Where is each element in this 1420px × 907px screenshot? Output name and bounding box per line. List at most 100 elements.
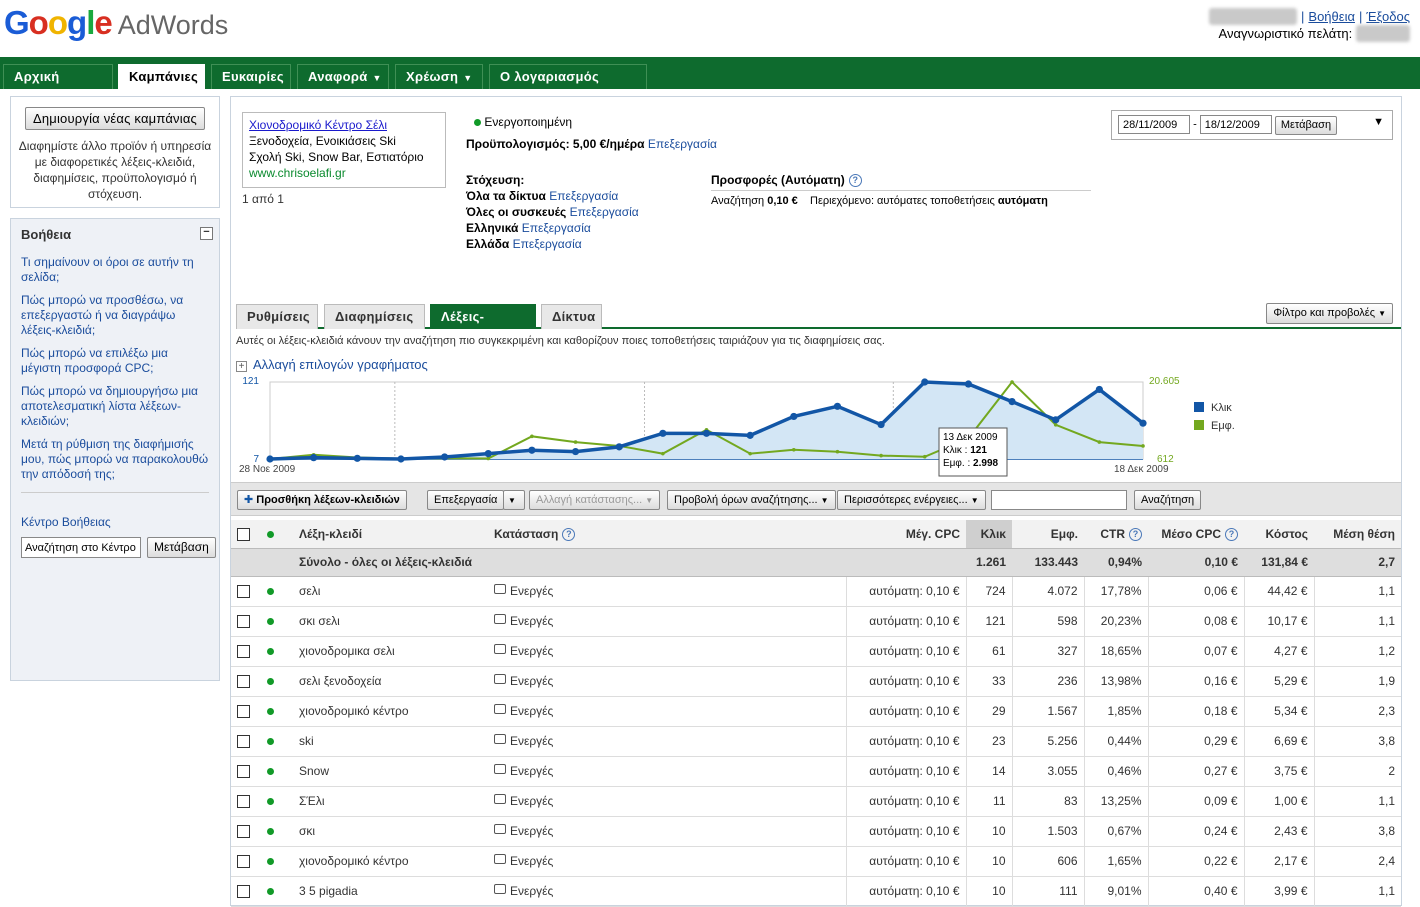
max-cpc-cell[interactable]: αυτόματη: 0,10 € — [846, 606, 967, 637]
status-cell[interactable]: Ενεργές — [488, 696, 847, 727]
help-link-track-performance[interactable]: Μετά τη ρύθμιση της διαφήμισής μου, πώς … — [21, 437, 209, 482]
keyword-cell[interactable]: ski — [293, 726, 488, 757]
max-cpc-cell[interactable]: αυτόματη: 0,10 € — [846, 696, 967, 727]
status-cell[interactable]: Ενεργές — [488, 636, 847, 667]
more-actions-menu[interactable]: Περισσότερες ενέργειες... ▼ — [837, 490, 986, 510]
col-ctr[interactable]: CTR? — [1084, 520, 1148, 549]
row-checkbox[interactable] — [231, 576, 261, 607]
max-cpc-cell[interactable]: αυτόματη: 0,10 € — [846, 756, 967, 787]
keyword-cell[interactable]: σκι — [293, 816, 488, 847]
end-date-input[interactable] — [1199, 115, 1272, 134]
edit-networks-link[interactable]: Επεξεργασία — [549, 189, 618, 203]
filter-views-button[interactable]: Φίλτρο και προβολές ▼ — [1266, 303, 1393, 324]
max-cpc-cell[interactable]: αυτόματη: 0,10 € — [846, 846, 967, 877]
google-adwords-logo[interactable]: Google AdWords — [4, 4, 228, 44]
help-search-button[interactable]: Μετάβαση — [147, 537, 216, 558]
max-cpc-cell[interactable]: αυτόματη: 0,10 € — [846, 876, 967, 907]
status-cell[interactable]: Ενεργές — [488, 846, 847, 877]
nav-tab-reporting[interactable]: Αναφορά ▼ — [297, 64, 389, 89]
status-cell[interactable]: Ενεργές — [488, 756, 847, 787]
edit-devices-link[interactable]: Επεξεργασία — [570, 205, 639, 219]
row-checkbox[interactable] — [231, 666, 261, 697]
row-checkbox[interactable] — [231, 606, 261, 637]
edit-button[interactable]: Επεξεργασία — [427, 490, 505, 510]
nav-tab-my-account[interactable]: Ο λογαριασμός μου▼ — [489, 64, 647, 108]
keyword-cell[interactable]: ΣΈλι — [293, 786, 488, 817]
tab-networks[interactable]: Δίκτυα — [541, 304, 602, 329]
edit-dropdown-arrow[interactable]: ▼ — [503, 490, 525, 510]
help-search-input[interactable] — [21, 537, 141, 558]
help-center-link[interactable]: Κέντρο Βοήθειας — [21, 515, 209, 529]
row-checkbox[interactable] — [231, 786, 261, 817]
status-cell[interactable]: Ενεργές — [488, 816, 847, 847]
max-cpc-cell[interactable]: αυτόματη: 0,10 € — [846, 666, 967, 697]
col-keyword[interactable]: Λέξη-κλειδί — [293, 520, 488, 549]
nav-tab-billing[interactable]: Χρέωση ▼ — [395, 64, 483, 89]
col-cost[interactable]: Κόστος — [1244, 520, 1314, 549]
keyword-cell[interactable]: χιονοδρομικό κέντρο — [293, 846, 488, 877]
max-cpc-cell[interactable]: αυτόματη: 0,10 € — [846, 636, 967, 667]
edit-budget-link[interactable]: Επεξεργασία — [648, 137, 717, 151]
max-cpc-cell[interactable]: αυτόματη: 0,10 € — [846, 816, 967, 847]
keyword-search-input[interactable] — [991, 490, 1127, 510]
keyword-cell[interactable]: χιονοδρομικα σελι — [293, 636, 488, 667]
keyword-cell[interactable]: Snow — [293, 756, 488, 787]
nav-tab-home[interactable]: Αρχική σελίδα — [3, 64, 113, 108]
row-checkbox[interactable] — [231, 636, 261, 667]
add-keywords-button[interactable]: ✚ Προσθήκη λέξεων-κλειδιών — [237, 490, 407, 510]
collapse-icon[interactable]: − — [200, 227, 213, 240]
row-checkbox[interactable] — [231, 756, 261, 787]
keyword-cell[interactable]: 3 5 pigadia — [293, 876, 488, 907]
question-icon[interactable]: ? — [848, 174, 862, 188]
change-status-menu[interactable]: Αλλαγή κατάστασης... ▼ — [529, 490, 661, 510]
help-link-terms[interactable]: Τι σημαίνουν οι όροι σε αυτήν τη σελίδα; — [21, 255, 209, 285]
max-cpc-cell[interactable]: αυτόματη: 0,10 € — [846, 786, 967, 817]
col-max-cpc[interactable]: Μέγ. CPC — [846, 520, 966, 549]
chevron-down-icon[interactable]: ▼ — [1373, 116, 1384, 128]
date-go-button[interactable]: Μετάβαση — [1274, 115, 1338, 135]
keyword-cell[interactable]: σελι ξενοδοχεία — [293, 666, 488, 697]
help-link-add-keywords[interactable]: Πώς μπορώ να προσθέσω, να επεξεργαστώ ή … — [21, 293, 209, 338]
col-avg-cpc[interactable]: Μέσο CPC? — [1148, 520, 1244, 549]
help-link[interactable]: Βοήθεια — [1308, 9, 1355, 24]
expand-icon: + — [236, 361, 247, 372]
tab-keywords[interactable]: Λέξεις-κλειδιά — [430, 304, 536, 348]
max-cpc-cell[interactable]: αυτόματη: 0,10 € — [846, 726, 967, 757]
status-cell[interactable]: Ενεργές — [488, 726, 847, 757]
row-checkbox[interactable] — [231, 696, 261, 727]
max-cpc-cell[interactable]: αυτόματη: 0,10 € — [846, 576, 967, 607]
col-clicks[interactable]: Κλικ — [966, 520, 1012, 549]
col-impressions[interactable]: Εμφ. — [1012, 520, 1084, 549]
keyword-search-button[interactable]: Αναζήτηση — [1134, 490, 1202, 510]
row-checkbox[interactable] — [231, 726, 261, 757]
create-campaign-button[interactable]: Δημιουργία νέας καμπάνιας — [24, 107, 206, 130]
status-cell[interactable]: Ενεργές — [488, 876, 847, 907]
logout-link[interactable]: Έξοδος — [1366, 9, 1410, 24]
col-status[interactable]: Κατάσταση? — [488, 520, 846, 549]
nav-tab-opportunities[interactable]: Ευκαιρίες — [211, 64, 291, 89]
help-link-max-cpc[interactable]: Πώς μπορώ να επιλέξω μια μέγιστη προσφορ… — [21, 346, 209, 376]
start-date-input[interactable] — [1118, 115, 1190, 134]
nav-tab-campaigns[interactable]: Καμπάνιες — [118, 64, 205, 90]
keyword-cell[interactable]: σκι σελι — [293, 606, 488, 637]
chart-options-toggle[interactable]: + Αλλαγή επιλογών γραφήματος — [236, 357, 428, 372]
status-cell[interactable]: Ενεργές — [488, 786, 847, 817]
edit-locations-link[interactable]: Επεξεργασία — [513, 237, 582, 251]
row-checkbox[interactable] — [231, 846, 261, 877]
table-row: χιονοδρομικό κέντρο Ενεργές αυτόματη: 0,10… — [231, 696, 1401, 727]
status-cell[interactable]: Ενεργές — [488, 666, 847, 697]
status-cell[interactable]: Ενεργές — [488, 606, 847, 637]
select-all-checkbox[interactable] — [231, 520, 261, 549]
search-terms-menu[interactable]: Προβολή όρων αναζήτησης... ▼ — [667, 490, 836, 510]
keyword-cell[interactable]: σελι — [293, 576, 488, 607]
help-link-keyword-list[interactable]: Πώς μπορώ να δημιουργήσω μια αποτελεσματ… — [21, 384, 209, 429]
keyword-cell[interactable]: χιονοδρομικό κέντρο — [293, 696, 488, 727]
row-checkbox[interactable] — [231, 816, 261, 847]
tab-settings[interactable]: Ρυθμίσεις — [236, 304, 318, 329]
tab-ads[interactable]: Διαφημίσεις — [324, 304, 425, 329]
edit-languages-link[interactable]: Επεξεργασία — [522, 221, 591, 235]
ad-title[interactable]: Χιονοδρομικό Κέντρο Σέλι — [249, 117, 439, 133]
col-avg-position[interactable]: Μέση θέση — [1314, 520, 1401, 549]
row-checkbox[interactable] — [231, 876, 261, 907]
status-cell[interactable]: Ενεργές — [488, 576, 847, 607]
